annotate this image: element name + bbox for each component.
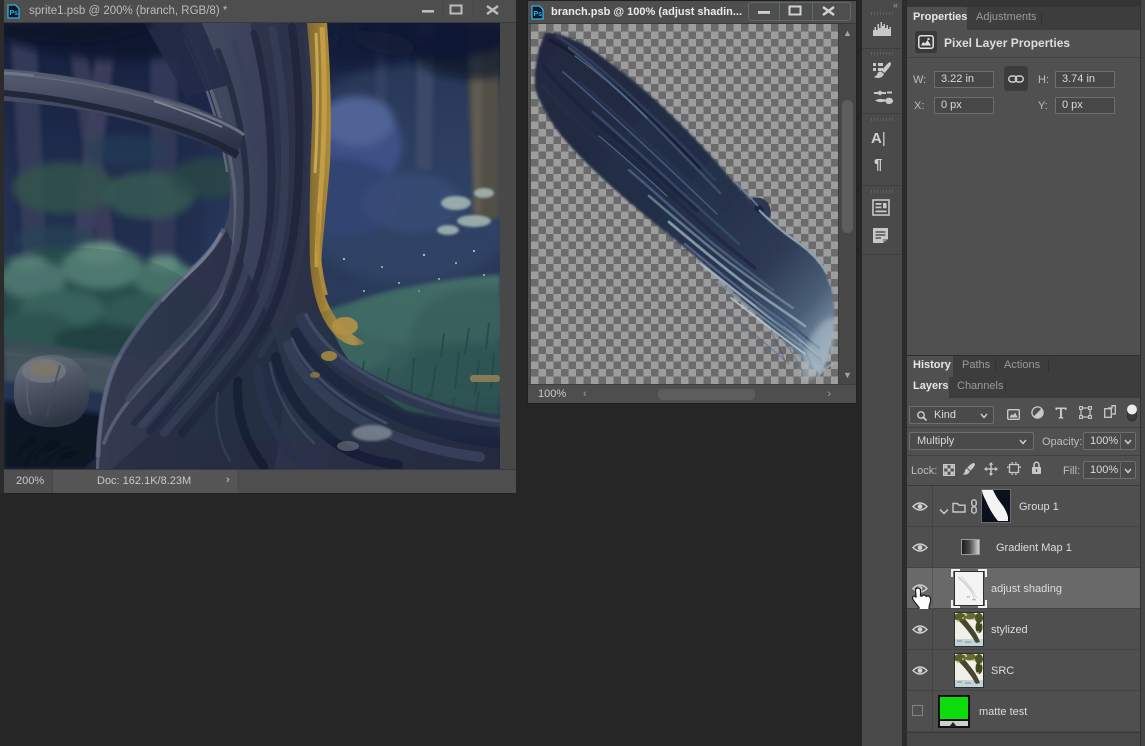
svg-text:Ps: Ps [534,11,543,18]
svg-text:Ps: Ps [10,10,19,17]
